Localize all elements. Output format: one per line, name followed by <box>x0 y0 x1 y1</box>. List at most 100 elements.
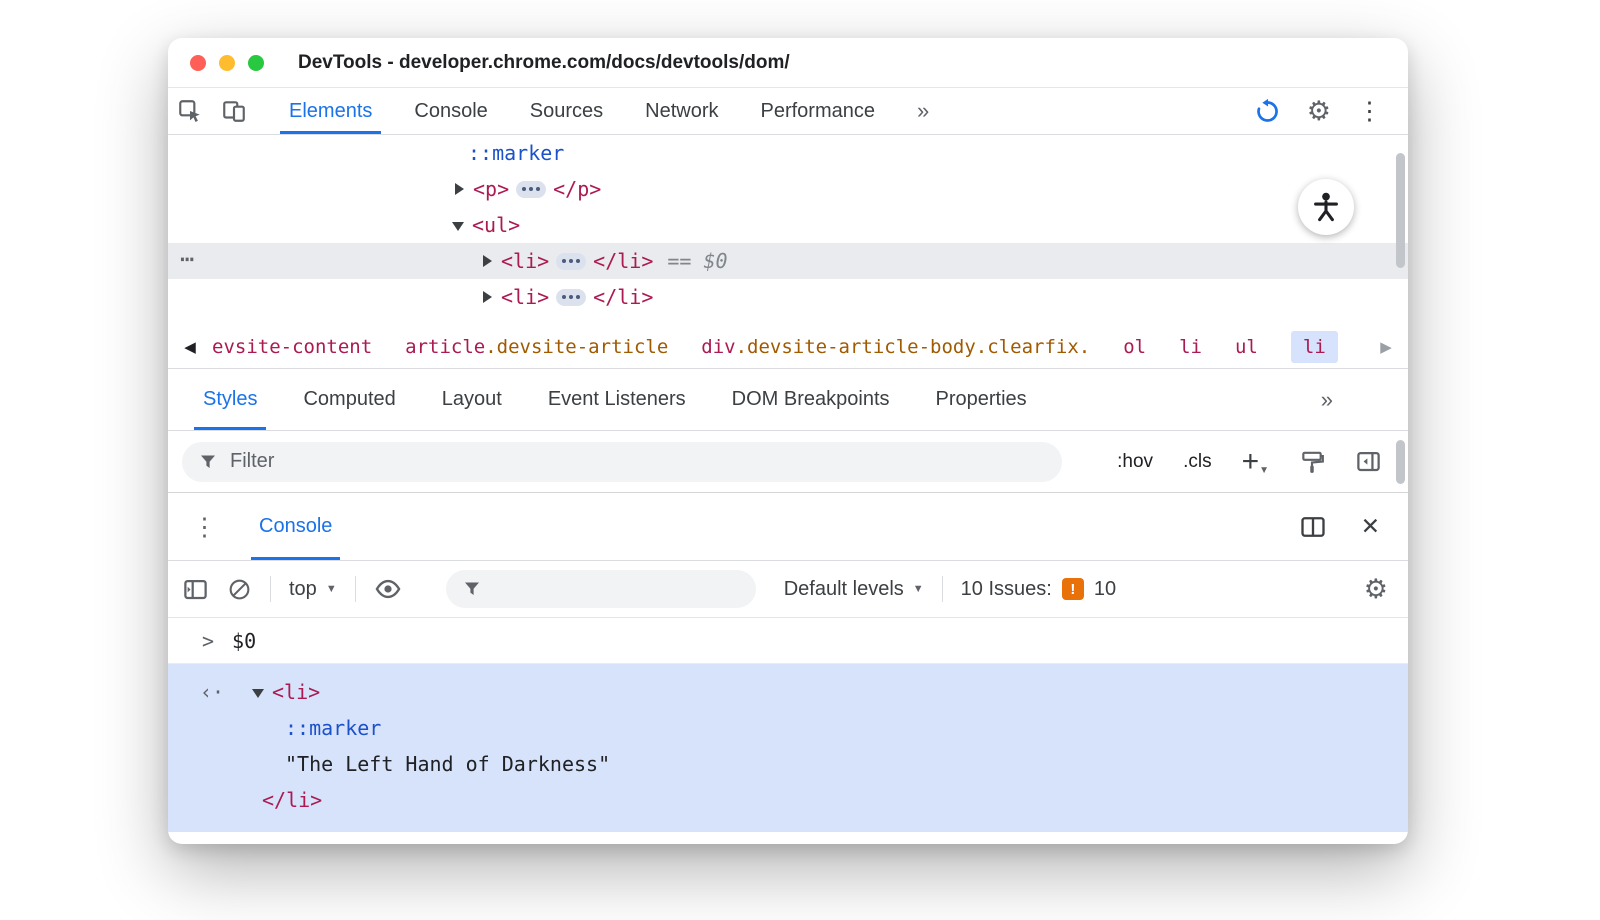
tree-row-ul[interactable]: <ul> <box>168 207 1408 243</box>
tag-open: <p> <box>473 177 510 201</box>
result-line: "The Left Hand of Darkness" <box>168 746 1408 782</box>
scrollbar-thumb[interactable] <box>1396 153 1405 268</box>
panel-tabs: Elements Console Sources Network Perform… <box>268 88 950 134</box>
close-window-button[interactable] <box>190 54 206 71</box>
result-marker-icon: ‹· <box>200 680 225 704</box>
tab-elements[interactable]: Elements <box>268 88 393 134</box>
console-filter-input[interactable] <box>445 570 756 608</box>
tree-row-marker[interactable]: ::marker <box>168 135 1408 171</box>
toolbar-divider <box>941 576 943 602</box>
disclosure-arrow-icon[interactable] <box>452 221 464 231</box>
tree-row-p[interactable]: <p> </p> <box>168 171 1408 207</box>
issues-counter[interactable]: 10 Issues: ! 10 <box>961 578 1116 601</box>
new-style-rule-button[interactable]: + ▼ <box>1242 445 1269 479</box>
result-line: ::marker <box>168 710 1408 746</box>
breadcrumb-item[interactable]: div.devsite-article-body.clearfix. <box>701 336 1090 358</box>
tab-label: Console <box>259 515 333 537</box>
tab-sources[interactable]: Sources <box>509 88 624 134</box>
breadcrumb-scroll-left-icon[interactable]: ◀ <box>168 325 212 368</box>
zoom-window-button[interactable] <box>248 54 264 71</box>
tab-network[interactable]: Network <box>624 88 739 134</box>
inline-expand-icon[interactable] <box>556 288 587 306</box>
javascript-context-selector[interactable]: top ▼ <box>289 578 337 601</box>
inline-expand-icon[interactable] <box>556 252 587 270</box>
breadcrumb-item[interactable]: ol <box>1123 336 1146 358</box>
breadcrumb-item[interactable]: evsite-content <box>212 336 372 358</box>
tab-computed[interactable]: Computed <box>280 369 418 430</box>
tag-close: </p> <box>553 177 602 201</box>
chevron-double-icon: » <box>917 98 930 123</box>
tree-row-li[interactable]: <li> </li> <box>168 279 1408 315</box>
result-line[interactable]: <li> <box>168 674 1408 710</box>
disclosure-arrow-icon[interactable] <box>483 291 492 303</box>
drawer-tab-console[interactable]: Console <box>251 493 341 560</box>
drawer-header-actions: ✕ <box>1299 493 1408 560</box>
tag-close: </li> <box>593 285 654 309</box>
split-panel-icon[interactable] <box>1299 513 1327 541</box>
tab-label: Console <box>414 99 488 122</box>
disclosure-arrow-icon[interactable] <box>483 255 492 267</box>
tab-properties[interactable]: Properties <box>913 369 1050 430</box>
crumb-tag: evsite-content <box>212 335 373 358</box>
toggle-sidebar-icon[interactable] <box>1355 448 1382 475</box>
minimize-window-button[interactable] <box>219 54 235 71</box>
titlebar[interactable]: DevTools - developer.chrome.com/docs/dev… <box>168 38 1408 88</box>
tab-performance[interactable]: Performance <box>740 88 897 134</box>
styles-sidebar-tabs: Styles Computed Layout Event Listeners D… <box>168 369 1408 431</box>
console-command-echo[interactable]: > $0 <box>168 618 1408 664</box>
create-live-expression-eye-icon[interactable] <box>374 575 402 603</box>
log-levels-selector[interactable]: Default levels ▼ <box>784 578 924 601</box>
issues-count: 10 <box>1093 577 1117 600</box>
tab-layout[interactable]: Layout <box>419 369 525 430</box>
elements-panel: ::marker <p> </p> <ul> ⋯ <li> </li> == $… <box>168 135 1408 325</box>
breadcrumb-scroll-right-icon[interactable]: ▶ <box>1364 325 1408 368</box>
more-sidebar-tabs-icon[interactable]: » <box>1298 369 1356 430</box>
inspect-element-icon[interactable] <box>168 88 212 134</box>
settings-gear-icon[interactable]: ⚙ <box>1307 97 1331 125</box>
tab-label: Event Listeners <box>547 388 686 410</box>
crumb-tag: li <box>1302 335 1326 358</box>
breadcrumb-item-selected[interactable]: li <box>1290 330 1338 363</box>
gutter-overflow-icon[interactable]: ⋯ <box>180 245 194 273</box>
close-drawer-icon[interactable]: ✕ <box>1361 513 1380 540</box>
toggle-element-state-button[interactable]: :hov <box>1117 451 1153 473</box>
elements-scrollbar[interactable] <box>1396 143 1405 318</box>
kebab-menu-icon[interactable]: ⋮ <box>1357 98 1382 124</box>
tab-console[interactable]: Console <box>393 88 508 134</box>
element-classes-button[interactable]: .cls <box>1183 451 1212 473</box>
filter-funnel-icon <box>464 582 479 595</box>
tag-open: <ul> <box>472 213 521 237</box>
tab-event-listeners[interactable]: Event Listeners <box>525 369 709 430</box>
styles-filter-input[interactable]: Filter <box>182 441 1062 482</box>
disclosure-arrow-icon[interactable] <box>252 688 264 698</box>
console-settings-gear-icon[interactable]: ⚙ <box>1364 575 1388 603</box>
crumb-tag: article <box>405 335 486 358</box>
inline-expand-icon[interactable] <box>516 180 547 198</box>
drawer-header: ⋮ Console ✕ <box>168 493 1408 561</box>
tree-row-li-selected[interactable]: ⋯ <li> </li> == $0 <box>168 243 1408 279</box>
plus-icon: + <box>1241 444 1260 478</box>
disclosure-arrow-icon[interactable] <box>455 183 464 195</box>
device-toolbar-icon[interactable] <box>212 88 256 134</box>
paint-format-icon[interactable] <box>1299 449 1325 475</box>
filter-placeholder: Filter <box>230 450 275 472</box>
tab-styles[interactable]: Styles <box>180 369 280 430</box>
pseudo-element-label[interactable]: ::marker <box>468 141 564 165</box>
breadcrumb-item[interactable]: li <box>1179 336 1202 358</box>
breadcrumb-item[interactable]: ul <box>1235 336 1258 358</box>
console-messages: > $0 ‹· <li> ::marker "The Left Hand of … <box>168 618 1408 844</box>
console-result-block[interactable]: ‹· <li> ::marker "The Left Hand of Darkn… <box>168 664 1408 832</box>
drawer-kebab-menu-icon[interactable]: ⋮ <box>168 493 227 560</box>
equals-sign: == <box>667 249 692 273</box>
tab-dom-breakpoints[interactable]: DOM Breakpoints <box>709 369 913 430</box>
crumb-tag: div <box>701 335 736 358</box>
console-sidebar-icon[interactable] <box>182 576 209 603</box>
active-extension-icon[interactable] <box>1254 98 1281 125</box>
crumb-tag: li <box>1179 335 1202 358</box>
more-panels-icon[interactable]: » <box>896 88 950 134</box>
styles-scrollbar-thumb[interactable] <box>1396 440 1405 484</box>
levels-label: Default levels <box>783 577 904 600</box>
breadcrumb-item[interactable]: article.devsite-article <box>405 336 668 358</box>
clear-console-icon[interactable] <box>227 577 252 602</box>
devtools-window: DevTools - developer.chrome.com/docs/dev… <box>168 38 1408 844</box>
